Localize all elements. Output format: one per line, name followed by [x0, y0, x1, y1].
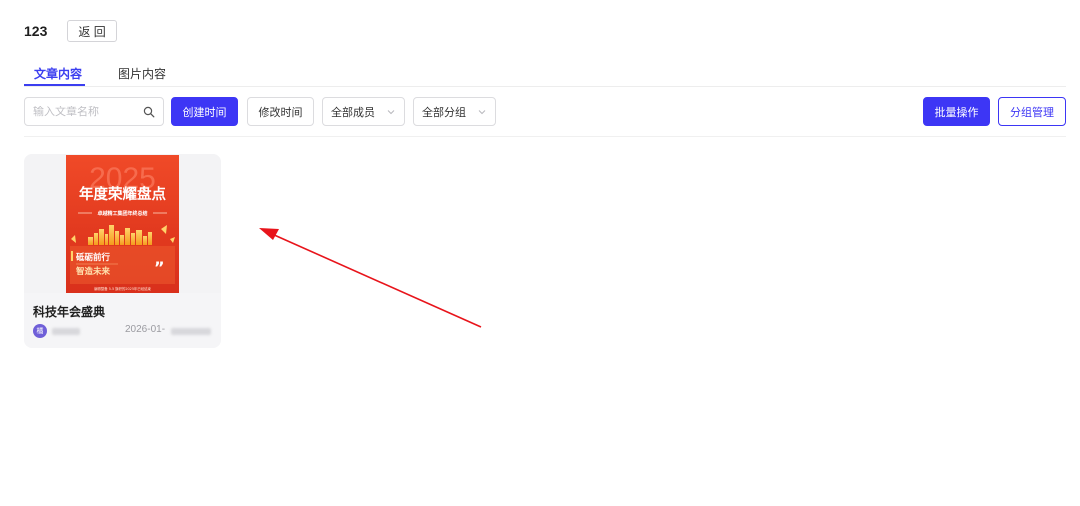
poster-subtitle: 卓越精工集团年终总结: [97, 210, 147, 217]
poster-footer: 编辑整备 5.5 旗帜的2025年已经结束: [94, 286, 151, 291]
search-input[interactable]: [33, 105, 141, 118]
active-tab-indicator: [24, 84, 85, 86]
tab-articles[interactable]: 文章内容: [34, 65, 82, 82]
avatar: 橘: [33, 324, 47, 338]
content-tabs: 文章内容 图片内容: [24, 58, 1066, 87]
page-title: 123: [24, 23, 48, 39]
chevron-down-icon: [478, 110, 486, 115]
article-poster: 2025 年度荣耀盘点 卓越精工集团年终总结 砥砺前行 智造未来 ” 编辑整备 …: [66, 155, 179, 293]
batch-operation-button[interactable]: 批量操作: [923, 97, 990, 126]
toolbar-divider: [24, 136, 1066, 137]
group-manage-button[interactable]: 分组管理: [998, 97, 1066, 126]
redacted-author-name: [52, 328, 80, 335]
article-card[interactable]: 2025 年度荣耀盘点 卓越精工集团年终总结 砥砺前行 智造未来 ” 编辑整备 …: [24, 154, 221, 348]
poster-art: 2025 年度荣耀盘点 卓越精工集团年终总结 砥砺前行 智造未来 ” 编辑整备 …: [70, 162, 175, 291]
page-header: 123 返 回: [24, 20, 117, 42]
member-filter-value: 全部成员: [331, 106, 375, 119]
back-button[interactable]: 返 回: [67, 20, 117, 42]
search-box: [24, 97, 164, 126]
article-title: 科技年会盛典: [33, 305, 106, 319]
filter-toolbar: 创建时间 修改时间 全部成员 全部分组 批量操作 分组管理: [24, 97, 1066, 126]
poster-headline: 年度荣耀盘点: [79, 185, 166, 203]
poster-quote-mark: ”: [154, 258, 165, 277]
poster-slogan-line1: 砥砺前行: [76, 252, 111, 263]
city-skyline-graphic: [88, 225, 152, 245]
article-thumbnail: 2025 年度荣耀盘点 卓越精工集团年终总结 砥砺前行 智造未来 ” 编辑整备 …: [24, 154, 221, 293]
member-filter-select[interactable]: 全部成员: [322, 97, 405, 126]
redacted-date-rest: [171, 328, 211, 335]
poster-slogan-line2: 智造未来: [75, 266, 111, 277]
tab-images[interactable]: 图片内容: [118, 65, 166, 82]
chevron-down-icon: [387, 110, 395, 115]
sort-by-created-button[interactable]: 创建时间: [171, 97, 238, 126]
search-icon[interactable]: [143, 106, 155, 118]
article-meta: 橘 2026-01-: [33, 324, 213, 338]
sort-by-modified-button[interactable]: 修改时间: [247, 97, 314, 126]
group-filter-select[interactable]: 全部分组: [413, 97, 496, 126]
group-filter-value: 全部分组: [422, 106, 466, 119]
article-date: 2026-01-: [125, 324, 166, 335]
